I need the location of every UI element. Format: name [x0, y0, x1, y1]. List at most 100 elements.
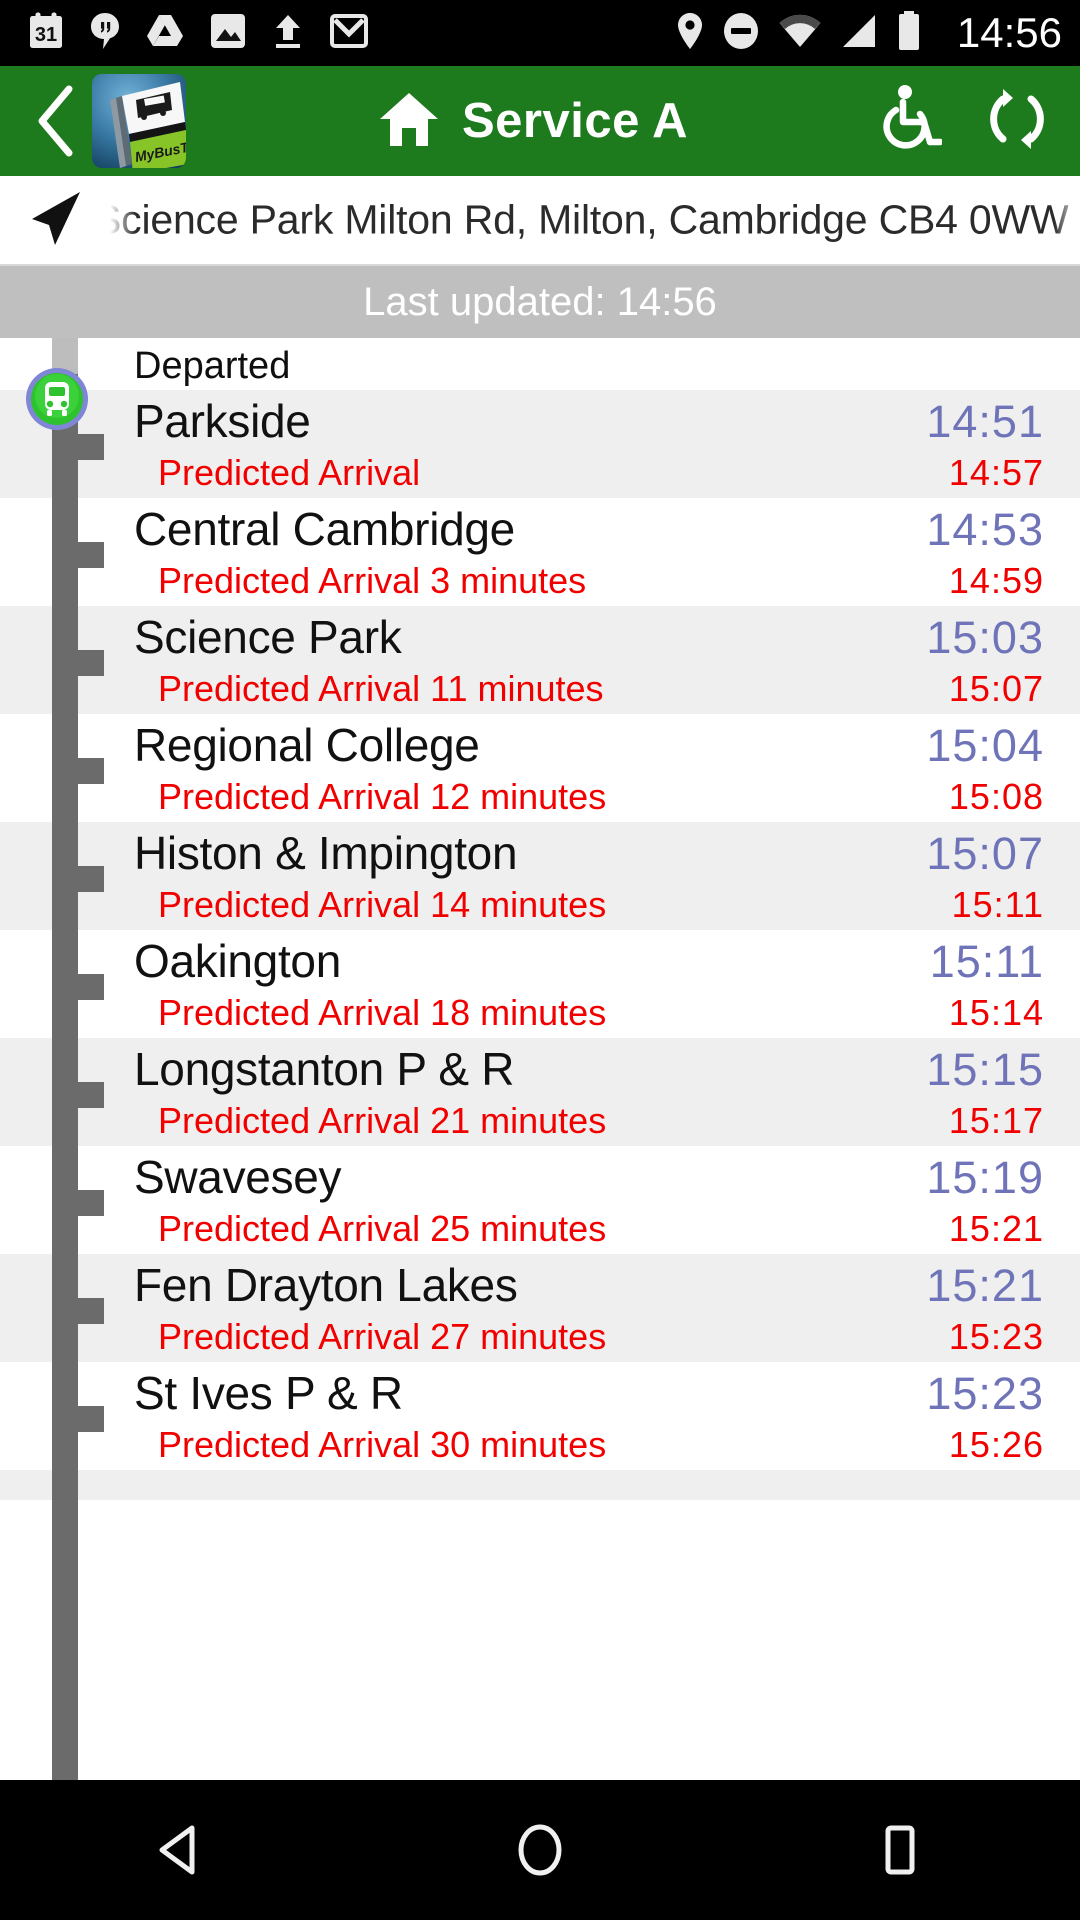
status-bar-notification-icons: 31: [28, 11, 677, 55]
stop-tick-marker: [78, 434, 104, 460]
app-title-group: Service A: [186, 90, 880, 153]
stop-tick-marker: [78, 866, 104, 892]
stop-predicted-label: Predicted Arrival 25 minutes: [158, 1208, 607, 1249]
stop-tick-marker: [78, 974, 104, 1000]
android-back-button[interactable]: [90, 1780, 270, 1920]
app-logo[interactable]: MyBusTrip: [92, 74, 186, 168]
system-status-bar: 31 14:56: [0, 0, 1080, 66]
stop-predicted-label: Predicted Arrival 30 minutes: [158, 1424, 607, 1465]
battery-icon: [897, 10, 921, 56]
stops-list[interactable]: Departed Parkside 14:51 Predicted Arrival 1…: [0, 338, 1080, 1780]
stop-predicted-label: Predicted Arrival 12 minutes: [158, 776, 607, 817]
stop-scheduled-time: 14:51: [926, 396, 1044, 447]
stop-row-prediction: Predicted Arrival 11 minutes 15:07: [134, 668, 1044, 710]
stop-predicted-time: 14:57: [948, 452, 1044, 493]
stop-row-prediction: Predicted Arrival 21 minutes 15:17: [134, 1100, 1044, 1142]
gmail-icon: [330, 13, 368, 53]
location-pin-icon: [677, 12, 703, 55]
app-bar-actions: [880, 84, 1054, 159]
departed-header: Departed: [0, 338, 1080, 390]
stop-row-prediction: Predicted Arrival 18 minutes 15:14: [134, 992, 1044, 1034]
stop-predicted-time: 15:17: [948, 1100, 1044, 1141]
stop-row[interactable]: Central Cambridge 14:53 Predicted Arrival …: [0, 498, 1080, 606]
stop-scheduled-time: 15:21: [926, 1260, 1044, 1311]
calendar-31-icon: 31: [28, 11, 64, 55]
stop-tick-marker: [78, 650, 104, 676]
stop-row-main: Histon & Impington 15:07: [134, 826, 1044, 882]
stop-row-prediction: Predicted Arrival 14 minutes 15:11: [134, 884, 1044, 926]
stop-row[interactable]: Regional College 15:04 Predicted Arrival 1…: [0, 714, 1080, 822]
app-header-bar: MyBusTrip Service A: [0, 66, 1080, 176]
stop-predicted-time: 15:14: [948, 992, 1044, 1033]
stop-row-prediction: Predicted Arrival 12 minutes 15:08: [134, 776, 1044, 818]
stop-row-prediction: Predicted Arrival 30 minutes 15:26: [134, 1424, 1044, 1466]
stop-scheduled-time: 15:19: [926, 1152, 1044, 1203]
stop-tick-marker: [78, 1082, 104, 1108]
stop-name: Regional College: [134, 719, 480, 771]
status-bar-system-icons: 14:56: [677, 9, 1062, 57]
stop-predicted-label: Predicted Arrival 18 minutes: [158, 992, 607, 1033]
do-not-disturb-icon: [723, 12, 759, 55]
cellular-signal-icon: [841, 14, 877, 53]
stop-predicted-time: 15:26: [948, 1424, 1044, 1465]
stop-predicted-label: Predicted Arrival 27 minutes: [158, 1316, 607, 1357]
stop-tick-marker: [78, 1298, 104, 1324]
last-updated-text: Last updated: 14:56: [363, 279, 717, 324]
stop-rows-container: Parkside 14:51 Predicted Arrival 14:57 Centr…: [0, 390, 1080, 1500]
wheelchair-accessible-icon[interactable]: [880, 84, 944, 159]
address-marquee: Science Park Milton Rd, Milton, Cambridg…: [110, 176, 1080, 264]
stop-row[interactable]: Swavesey 15:19 Predicted Arrival 25 minute…: [0, 1146, 1080, 1254]
stop-row[interactable]: Longstanton P & R 15:15 Predicted Arrival …: [0, 1038, 1080, 1146]
stop-predicted-time: 15:11: [951, 884, 1044, 925]
stop-predicted-label: Predicted Arrival 21 minutes: [158, 1100, 607, 1141]
current-location-bar[interactable]: Science Park Milton Rd, Milton, Cambridg…: [0, 176, 1080, 266]
stop-scheduled-time: 14:53: [926, 504, 1044, 555]
route-line: [52, 338, 78, 1780]
stop-predicted-time: 15:23: [948, 1316, 1044, 1357]
stop-row-main: Central Cambridge 14:53: [134, 502, 1044, 558]
stop-name: Central Cambridge: [134, 503, 515, 555]
stop-row-main: Parkside 14:51: [134, 394, 1044, 450]
stop-predicted-label: Predicted Arrival 14 minutes: [158, 884, 607, 925]
back-button[interactable]: [26, 83, 86, 159]
android-home-button[interactable]: [450, 1780, 630, 1920]
android-back-icon: [159, 1825, 195, 1875]
android-recents-button[interactable]: [810, 1780, 990, 1920]
stop-row-main: Science Park 15:03: [134, 610, 1044, 666]
stop-row[interactable]: Science Park 15:03 Predicted Arrival 11 mi…: [0, 606, 1080, 714]
stop-predicted-label: Predicted Arrival 3 minutes: [158, 560, 587, 601]
stop-row-main: Fen Drayton Lakes 15:21: [134, 1258, 1044, 1314]
stop-name: St Ives P & R: [134, 1367, 403, 1419]
stop-row-main: Swavesey 15:19: [134, 1150, 1044, 1206]
stop-row-main: Oakington 15:11: [134, 934, 1044, 990]
stop-scheduled-time: 15:15: [926, 1044, 1044, 1095]
stop-tick-marker: [78, 758, 104, 784]
departed-label: Departed: [134, 345, 291, 387]
stop-name: Histon & Impington: [134, 827, 518, 879]
stop-row-prediction: Predicted Arrival 14:57: [134, 452, 1044, 494]
refresh-icon[interactable]: [986, 85, 1048, 158]
bus-position-marker-icon[interactable]: [24, 366, 90, 432]
home-icon[interactable]: [378, 90, 440, 153]
stop-row[interactable]: Oakington 15:11 Predicted Arrival 18 minut…: [0, 930, 1080, 1038]
stop-predicted-time: 14:59: [948, 560, 1044, 601]
upload-icon: [272, 13, 304, 54]
stop-row[interactable]: Histon & Impington 15:07 Predicted Arrival…: [0, 822, 1080, 930]
stop-row-prediction: Predicted Arrival 3 minutes 14:59: [134, 560, 1044, 602]
stop-name: Parkside: [134, 395, 311, 447]
stop-row-prediction: Predicted Arrival 27 minutes 15:23: [134, 1316, 1044, 1358]
address-text: Science Park Milton Rd, Milton, Cambridg…: [110, 196, 1069, 243]
stop-scheduled-time: 15:23: [926, 1368, 1044, 1419]
wifi-icon: [779, 14, 821, 53]
stop-row[interactable]: St Ives P & R 15:23 Predicted Arrival 30 m…: [0, 1362, 1080, 1470]
stop-row[interactable]: Parkside 14:51 Predicted Arrival 14:57: [0, 390, 1080, 498]
stop-name: Science Park: [134, 611, 402, 663]
stop-name: Oakington: [134, 935, 341, 987]
last-updated-bar: Last updated: 14:56: [0, 266, 1080, 338]
stop-predicted-label: Predicted Arrival 11 minutes: [158, 668, 604, 709]
stop-predicted-time: 15:08: [948, 776, 1044, 817]
stop-row[interactable]: Fen Drayton Lakes 15:21 Predicted Arrival …: [0, 1254, 1080, 1362]
stop-name: Longstanton P & R: [134, 1043, 515, 1095]
stop-predicted-time: 15:21: [948, 1208, 1044, 1249]
svg-text:31: 31: [35, 24, 57, 46]
